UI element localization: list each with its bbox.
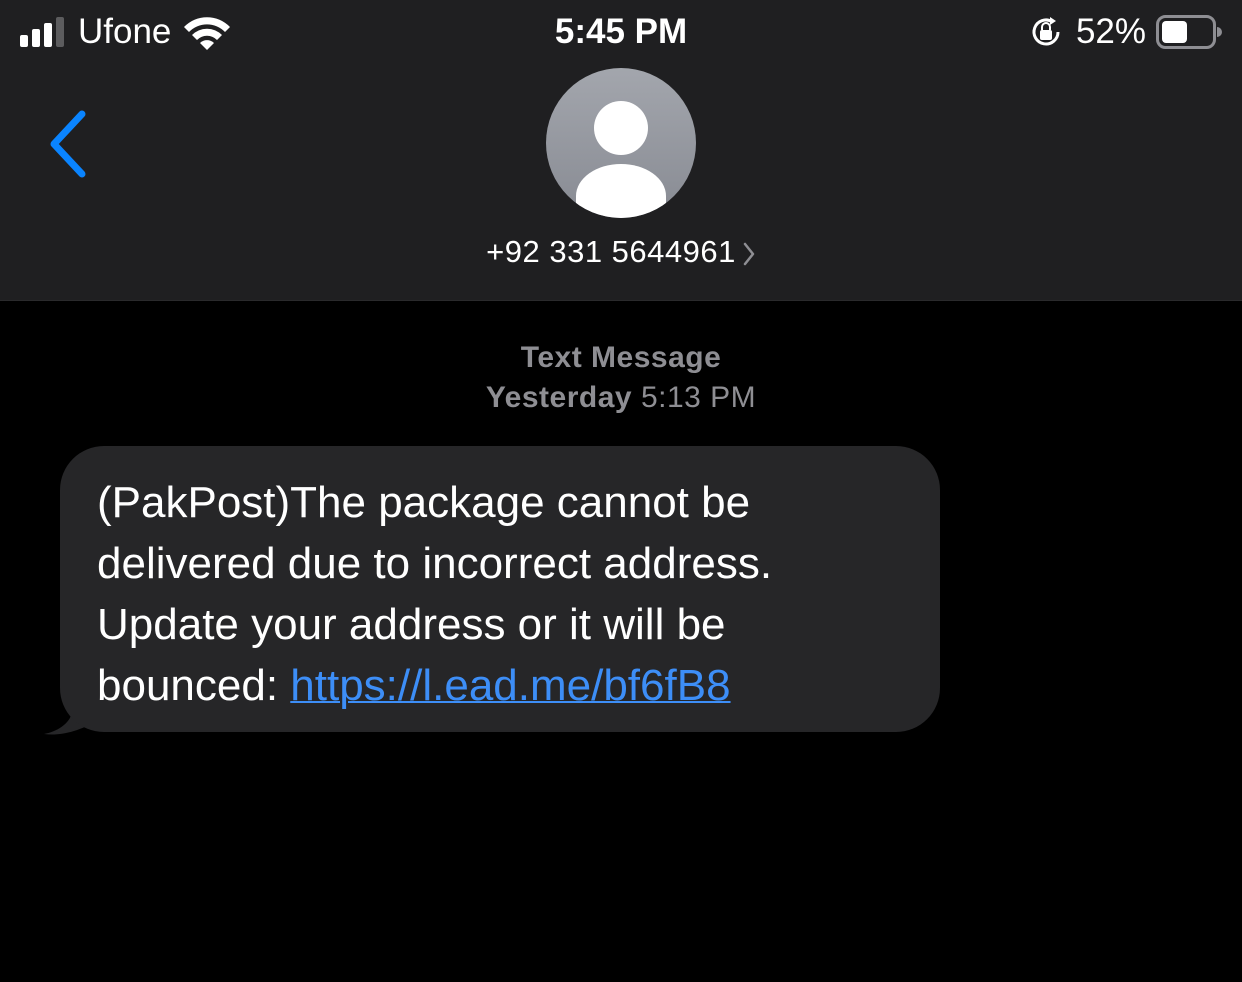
message-link[interactable]: https://l.ead.me/bf6fB8 <box>290 661 730 710</box>
cellular-signal-icon <box>20 17 64 47</box>
back-chevron-icon[interactable] <box>44 108 94 180</box>
status-bar-right: 52% <box>1028 10 1222 54</box>
message-timestamp: Yesterday 5:13 PM <box>0 378 1242 418</box>
battery-percentage: 52% <box>1075 12 1146 51</box>
contact-header[interactable]: +92 331 5644961 <box>0 230 1242 274</box>
person-icon <box>576 101 666 218</box>
conversation-header: Ufone 5:45 PM 52% +92 331 5644961 <box>0 0 1242 301</box>
service-label: Text Message <box>520 341 722 374</box>
status-bar-left: Ufone <box>20 10 231 54</box>
message-timestamp-header: Text Message Yesterday 5:13 PM <box>0 338 1242 418</box>
battery-icon <box>1156 15 1222 49</box>
orientation-lock-icon <box>1032 17 1060 46</box>
timestamp-time: 5:13 PM <box>640 381 757 414</box>
contact-name[interactable]: +92 331 5644961 <box>486 234 736 269</box>
incoming-message-bubble[interactable]: (PakPost)The package cannot be delivered… <box>60 446 940 732</box>
timestamp-day: Yesterday <box>485 381 633 414</box>
carrier-name: Ufone <box>78 12 172 51</box>
wifi-icon <box>184 17 231 50</box>
contact-avatar[interactable] <box>546 68 696 218</box>
chevron-right-icon <box>743 242 755 266</box>
